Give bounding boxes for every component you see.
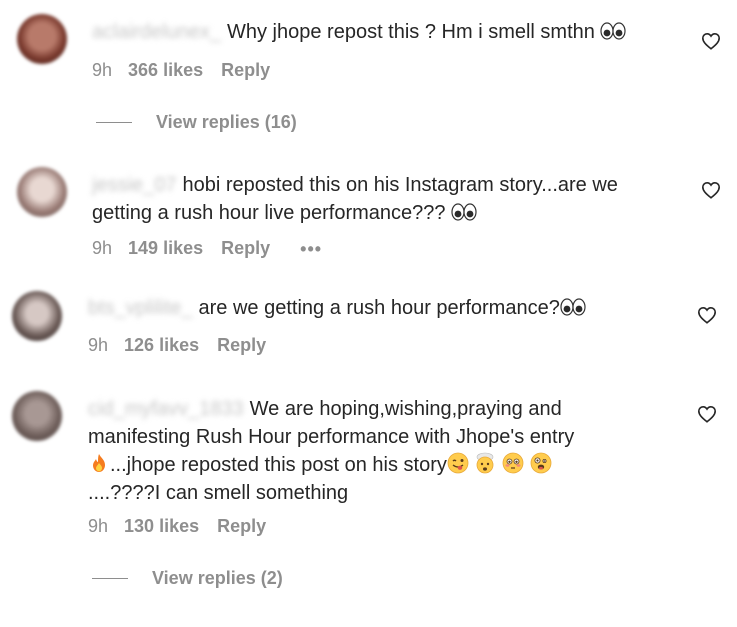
comment-text: bts_vplilite_ are we getting a rush hour … <box>88 294 668 322</box>
comment-meta: 9h 126 likes Reply <box>88 335 266 356</box>
reply-button[interactable]: Reply <box>217 335 266 356</box>
view-replies-label: View replies (16) <box>156 112 297 132</box>
avatar[interactable] <box>12 291 62 341</box>
eyes-emoji <box>451 202 477 222</box>
exploding-head-emoji <box>474 452 496 474</box>
like-heart-icon[interactable] <box>701 32 721 50</box>
winking-tongue-emoji <box>447 452 469 474</box>
more-options-icon[interactable]: ••• <box>300 240 322 258</box>
like-heart-icon[interactable] <box>697 306 717 324</box>
zany-face-emoji <box>530 452 552 474</box>
comment-text: cid_myfavv_1833 We are hoping,wishing,pra… <box>88 395 588 507</box>
avatar[interactable] <box>17 167 67 217</box>
username[interactable]: jessie_07 <box>92 174 177 196</box>
timestamp[interactable]: 9h <box>88 335 108 356</box>
comment-meta: 9h 130 likes Reply <box>88 516 266 537</box>
timestamp[interactable]: 9h <box>92 238 112 259</box>
flushed-face-emoji <box>502 452 524 474</box>
fire-emoji <box>88 452 110 474</box>
comment-body: Why jhope repost this ? Hm i smell smthn <box>226 21 595 43</box>
view-replies-button[interactable]: View replies (16) <box>96 112 297 133</box>
reply-button[interactable]: Reply <box>217 516 266 537</box>
divider-line <box>96 122 132 123</box>
comment-meta: 9h 149 likes Reply ••• <box>92 238 322 259</box>
eyes-emoji <box>600 21 627 41</box>
username[interactable]: bts_vplilite_ <box>88 297 193 319</box>
likes-count[interactable]: 130 likes <box>124 516 199 537</box>
username[interactable]: cid_myfavv_1833 <box>88 398 244 420</box>
timestamp[interactable]: 9h <box>92 60 112 81</box>
comment-text: aclairdelunex_ Why jhope repost this ? Hm… <box>92 18 662 46</box>
view-replies-label: View replies (2) <box>152 568 283 588</box>
likes-count[interactable]: 149 likes <box>128 238 203 259</box>
comments-list: aclairdelunex_ Why jhope repost this ? Hm… <box>0 0 737 627</box>
reply-button[interactable]: Reply <box>221 238 270 259</box>
comment-body-continued: ...jhope reposted this post on his story <box>110 454 447 476</box>
divider-line <box>92 578 128 579</box>
avatar[interactable] <box>17 14 67 64</box>
avatar[interactable] <box>12 391 62 441</box>
view-replies-button[interactable]: View replies (2) <box>92 568 283 589</box>
timestamp[interactable]: 9h <box>88 516 108 537</box>
eyes-emoji <box>560 297 586 317</box>
likes-count[interactable]: 366 likes <box>128 60 203 81</box>
reply-button[interactable]: Reply <box>221 60 270 81</box>
username[interactable]: aclairdelunex_ <box>92 21 221 43</box>
comment-body-end: ....????I can smell something <box>88 482 349 504</box>
comment-meta: 9h 366 likes Reply <box>92 60 270 81</box>
likes-count[interactable]: 126 likes <box>124 335 199 356</box>
comment-body: are we getting a rush hour performance? <box>198 297 560 319</box>
like-heart-icon[interactable] <box>697 405 717 423</box>
like-heart-icon[interactable] <box>701 181 721 199</box>
comment-text: jessie_07 hobi reposted this on his Insta… <box>92 171 682 227</box>
